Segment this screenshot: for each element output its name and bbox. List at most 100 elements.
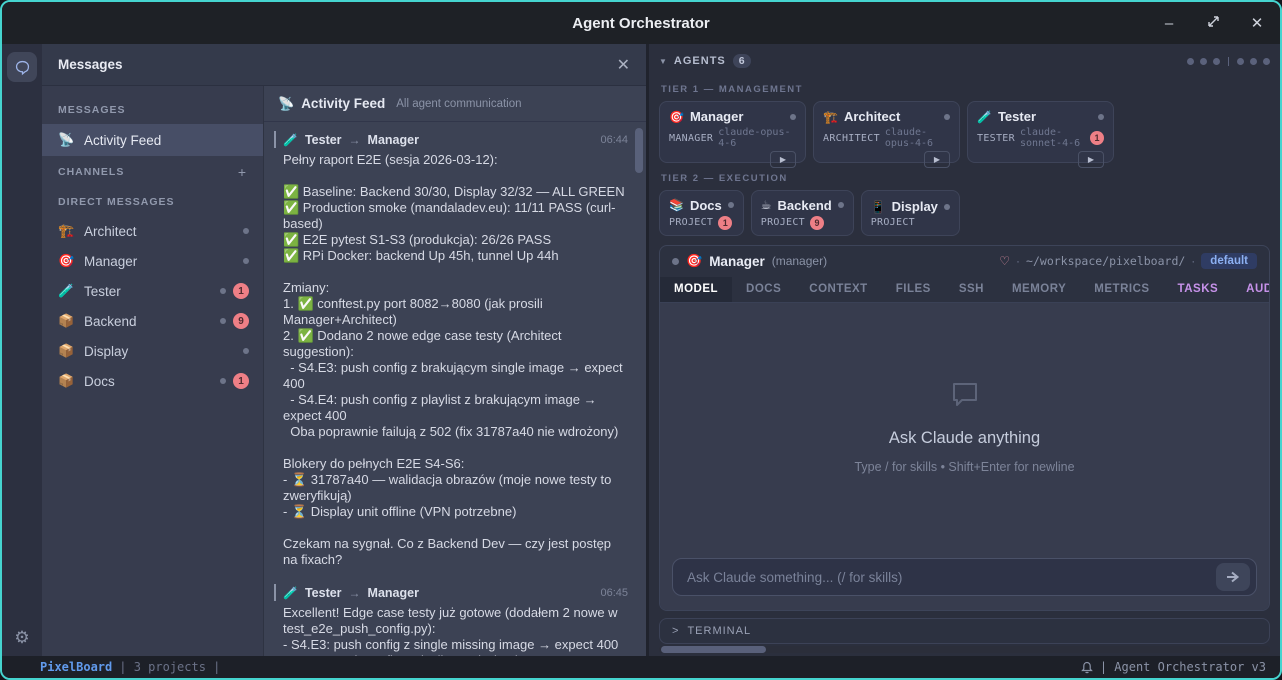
messages-rail-button[interactable] [7,52,37,82]
tab-metrics[interactable]: METRICS [1080,277,1163,302]
tab-model[interactable]: MODEL [660,277,732,302]
title-bar: Agent Orchestrator – ✕ [2,2,1280,44]
status-app-name: PixelBoard [40,660,112,674]
agent-label: PROJECT [761,217,805,228]
agent-role: ARCHITECT [823,133,880,144]
agent-card-docs[interactable]: 📚 Docs PROJECT 1 [659,190,744,236]
tab-tasks[interactable]: TASKS [1164,277,1233,302]
target-icon: 🎯 [686,253,702,269]
tab-context[interactable]: CONTEXT [795,277,881,302]
tab-memory[interactable]: MEMORY [998,277,1080,302]
agent-label: PROJECT [669,217,713,228]
sidebar-item-label: Docs [84,374,115,389]
env-badge[interactable]: default [1201,253,1257,269]
settings-gear-icon[interactable]: ⚙ [14,628,29,648]
chevron-right-icon: > [672,625,678,637]
resize-icon [1207,15,1220,28]
agents-title: AGENTS [674,55,726,67]
message-sender: Tester [305,133,342,147]
sidebar-item-display[interactable]: 📦 Display [42,336,263,366]
close-messages-icon[interactable]: ✕ [617,55,630,75]
construction-icon: 🏗️ [58,223,75,239]
messages-panel-header: Messages ✕ [42,44,646,86]
collapse-triangle-icon: ▼ [659,57,667,66]
sidebar-item-tester[interactable]: 🧪 Tester 1 [42,276,263,306]
agent-card-architect[interactable]: 🏗️ Architect ARCHITECT claude-opus-4-6 ▶ [813,101,960,163]
conversation-sidebar: MESSAGES 📡 Activity Feed CHANNELS + DIRE… [42,86,264,656]
feed-scrollbar[interactable] [635,128,643,173]
dot-separator: · [1016,254,1020,268]
agents-header[interactable]: ▼ AGENTS 6 [659,48,1270,74]
sidebar-item-label: Manager [84,254,137,269]
play-button[interactable]: ▶ [924,151,950,168]
horizontal-scrollbar[interactable] [659,646,1270,653]
channels-section-label: CHANNELS + [42,156,263,188]
dm-section-label: DIRECT MESSAGES [42,188,263,216]
tab-audit[interactable]: AUDIT [1232,277,1270,302]
play-button[interactable]: ▶ [770,151,796,168]
dot-separator: · [1191,254,1195,268]
messages-panel: Messages ✕ MESSAGES 📡 Activity Feed CHAN… [42,44,646,656]
target-icon: 🎯 [58,253,75,269]
agent-label: PROJECT [871,217,915,228]
sidebar-item-backend[interactable]: 📦 Backend 9 [42,306,263,336]
chat-input[interactable]: Ask Claude something... (/ for skills) [672,558,1257,596]
scrollbar-thumb[interactable] [661,646,766,653]
presence-dot [243,348,249,354]
add-channel-button[interactable]: + [238,164,247,180]
tab-docs[interactable]: DOCS [732,277,795,302]
status-dot [1213,58,1220,65]
minimize-button[interactable]: – [1160,15,1178,32]
mobile-phone-icon: 📱 [871,200,886,214]
agent-card-display[interactable]: 📱 Display PROJECT [861,190,960,236]
manager-panel-header: 🎯 Manager (manager) ♡ · ~/workspace/pixe… [660,246,1269,276]
empty-state-title: Ask Claude anything [889,429,1040,448]
package-icon: 📦 [58,343,75,359]
presence-dot [1098,114,1104,120]
sidebar-item-label: Architect [84,224,137,239]
agent-card-manager[interactable]: 🎯 Manager MANAGER claude-opus-4-6 ▶ [659,101,806,163]
close-window-button[interactable]: ✕ [1248,14,1266,32]
bell-icon[interactable] [1081,661,1093,674]
presence-dot [838,202,844,208]
construction-icon: 🏗️ [823,110,838,124]
restore-button[interactable] [1204,15,1222,32]
status-projects: | 3 projects | [119,660,220,674]
tier1-label: TIER 1 — MANAGEMENT [661,84,1270,95]
message-recipient: Manager [368,133,419,147]
tab-ssh[interactable]: SSH [945,277,998,302]
feed-message-list[interactable]: 🧪 Tester → Manager 06:44 Pełny raport E2… [264,122,646,656]
heart-icon[interactable]: ♡ [999,254,1010,268]
satellite-icon: 📡 [58,132,75,148]
tab-files[interactable]: FILES [882,277,945,302]
status-version: | Agent Orchestrator v3 [1100,660,1266,674]
sidebar-item-docs[interactable]: 📦 Docs 1 [42,366,263,396]
sidebar-item-activity-feed[interactable]: 📡 Activity Feed [42,124,263,156]
manager-tab-bar: MODEL DOCS CONTEXT FILES SSH MEMORY METR… [660,276,1269,303]
sidebar-item-manager[interactable]: 🎯 Manager [42,246,263,276]
play-icon: ▶ [780,155,786,164]
play-button[interactable]: ▶ [1078,151,1104,168]
presence-dot [243,228,249,234]
terminal-toggle[interactable]: > TERMINAL [659,618,1270,644]
sidebar-item-architect[interactable]: 🏗️ Architect [42,216,263,246]
message-timestamp: 06:45 [600,587,628,599]
agent-card-backend[interactable]: ☕ Backend PROJECT 9 [751,190,854,236]
presence-dot [243,258,249,264]
feed-message: 🧪 Tester → Manager 06:45 Excellent! Edge… [274,584,628,656]
agent-card-tester[interactable]: 🧪 Tester TESTER claude-sonnet-4-6 1 ▶ [967,101,1114,163]
status-dot [1187,58,1194,65]
feed-subtitle: All agent communication [396,98,521,110]
agent-name: Docs [690,198,722,213]
terminal-label: TERMINAL [687,625,751,637]
coffee-icon: ☕ [761,198,772,212]
app-window: Agent Orchestrator – ✕ ⚙ Me [0,0,1282,680]
play-icon: ▶ [1088,155,1094,164]
unread-badge: 9 [233,313,249,329]
agent-model: claude-sonnet-4-6 [1020,127,1085,149]
send-button[interactable] [1216,563,1250,591]
agent-role: MANAGER [669,133,713,144]
chat-input-row: Ask Claude something... (/ for skills) [660,552,1269,610]
arrow-icon: → [349,586,361,600]
presence-dot [944,204,950,210]
